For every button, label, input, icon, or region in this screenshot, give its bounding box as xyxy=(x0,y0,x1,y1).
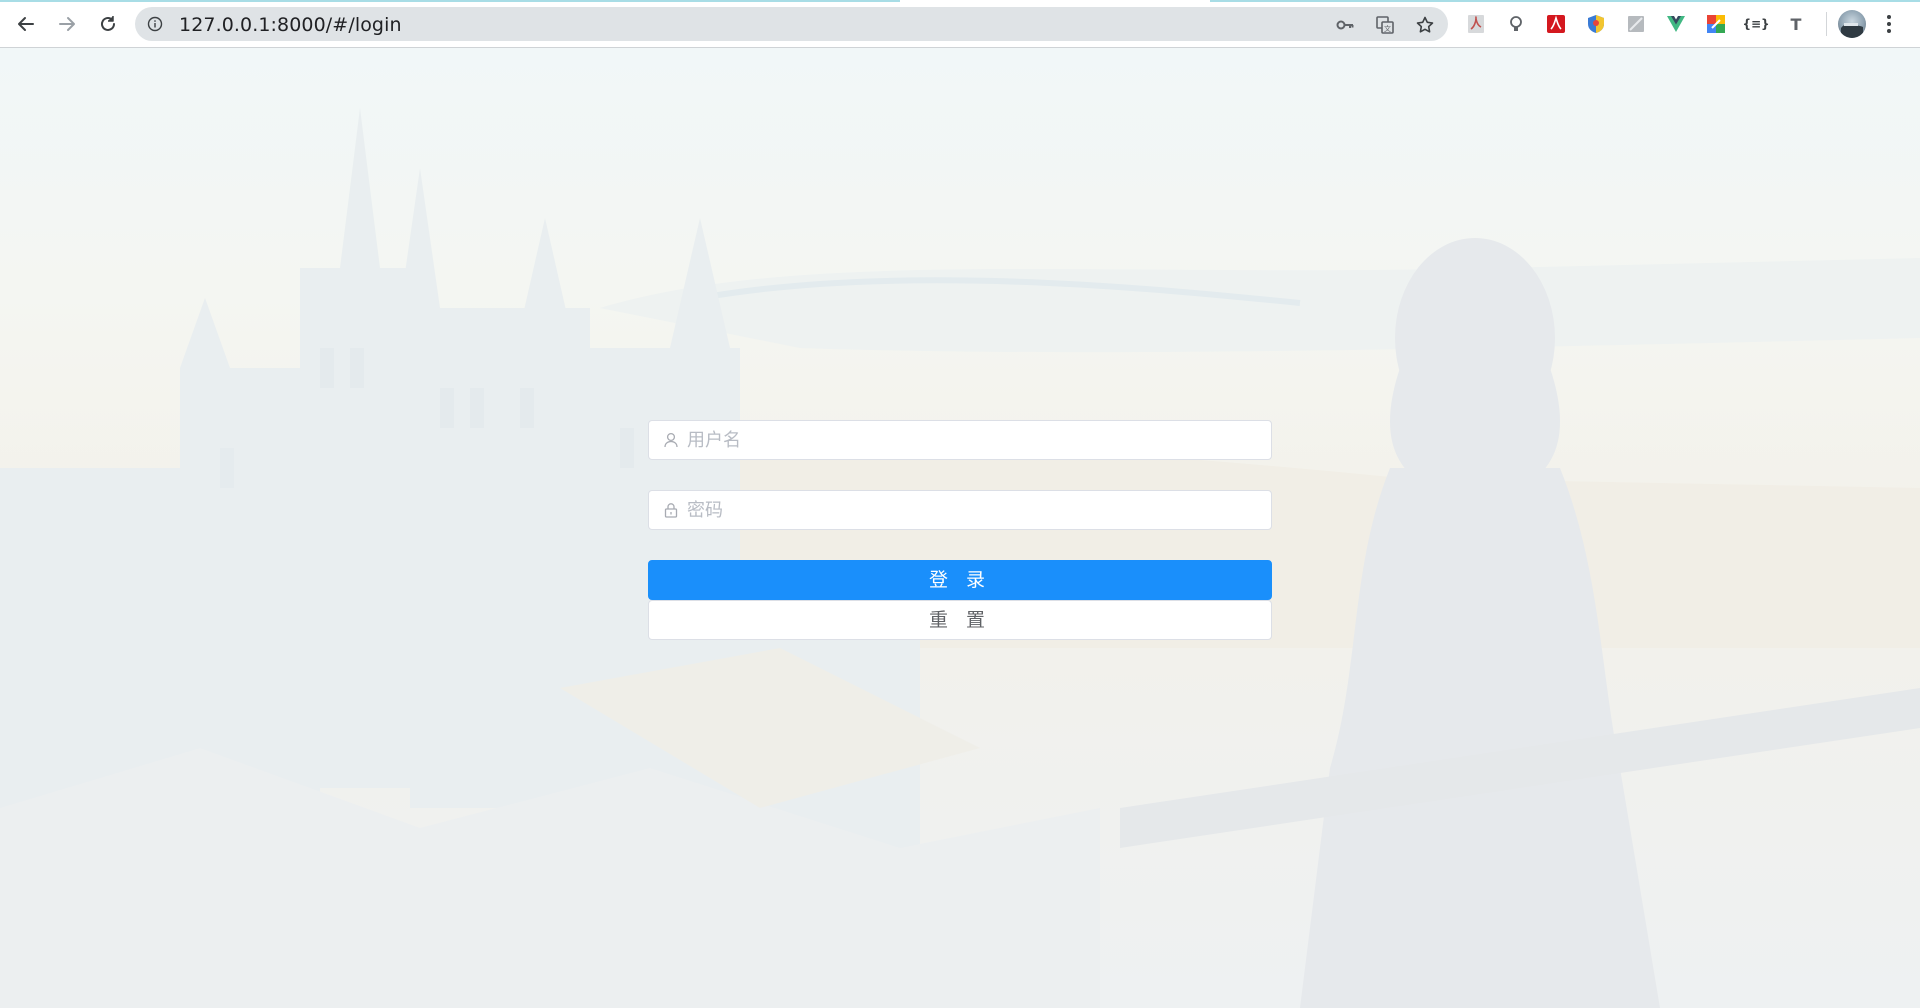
colorful-extension-button[interactable] xyxy=(1706,14,1726,34)
t-extension-icon: T xyxy=(1790,14,1802,34)
menu-dot-icon xyxy=(1887,22,1891,26)
gray-square-extension-icon xyxy=(1628,16,1644,32)
gray-square-extension-button[interactable] xyxy=(1626,14,1646,34)
user-icon xyxy=(664,432,678,448)
t-extension-button[interactable]: T xyxy=(1786,14,1806,34)
pdf-extension-button[interactable] xyxy=(1466,14,1486,34)
translate-button[interactable]: 文 xyxy=(1375,15,1395,35)
pdf-extension-icon xyxy=(1468,15,1484,33)
key-icon xyxy=(1336,20,1354,30)
loading-bar xyxy=(0,0,900,2)
login-page: 登 录 重 置 xyxy=(0,48,1920,1008)
reload-button[interactable] xyxy=(94,10,122,38)
menu-dot-icon xyxy=(1887,29,1891,33)
username-input[interactable] xyxy=(687,421,1257,459)
reset-button[interactable]: 重 置 xyxy=(648,600,1272,640)
profile-avatar[interactable] xyxy=(1838,10,1866,38)
back-button[interactable] xyxy=(12,10,40,38)
toolbar-divider xyxy=(1826,12,1827,36)
svg-text:文: 文 xyxy=(1384,24,1391,33)
forward-button[interactable] xyxy=(53,10,81,38)
lightbulb-extension-button[interactable] xyxy=(1506,14,1526,34)
profile-avatar-icon xyxy=(1841,23,1863,38)
lightbulb-extension-icon xyxy=(1510,16,1522,31)
lock-icon xyxy=(664,503,678,518)
url-text[interactable]: 127.0.0.1:8000/#/login xyxy=(179,14,402,36)
password-field[interactable] xyxy=(648,490,1272,530)
browser-toolbar: 127.0.0.1:8000/#/login 文 {≡} T xyxy=(0,0,1920,48)
shield-extension-icon xyxy=(1588,15,1604,33)
colorful-extension-icon xyxy=(1707,15,1725,33)
vue-devtools-extension-button[interactable] xyxy=(1666,14,1686,34)
site-info-icon[interactable] xyxy=(147,16,163,32)
login-button[interactable]: 登 录 xyxy=(648,560,1272,600)
adobe-acrobat-extension-icon xyxy=(1547,15,1565,33)
username-field[interactable] xyxy=(648,420,1272,460)
json-extension-button[interactable]: {≡} xyxy=(1742,14,1769,34)
saved-passwords-button[interactable] xyxy=(1335,15,1355,35)
browser-menu-button[interactable] xyxy=(1884,12,1894,36)
loading-bar-segment xyxy=(1210,0,1920,2)
translate-icon: 文 xyxy=(1376,16,1394,34)
address-bar[interactable]: 127.0.0.1:8000/#/login 文 xyxy=(135,7,1448,41)
vue-devtools-extension-icon xyxy=(1667,16,1685,32)
reload-icon xyxy=(101,16,115,31)
menu-dot-icon xyxy=(1887,15,1891,19)
shield-extension-button[interactable] xyxy=(1586,14,1606,34)
json-extension-icon: {≡} xyxy=(1742,17,1770,31)
login-form: 登 录 重 置 xyxy=(648,420,1272,640)
forward-icon xyxy=(59,17,75,31)
password-input[interactable] xyxy=(687,491,1257,529)
back-icon xyxy=(18,17,34,31)
adobe-acrobat-extension-button[interactable] xyxy=(1546,14,1566,34)
bookmark-button[interactable] xyxy=(1415,15,1435,35)
bookmark-star-icon xyxy=(1416,16,1434,33)
